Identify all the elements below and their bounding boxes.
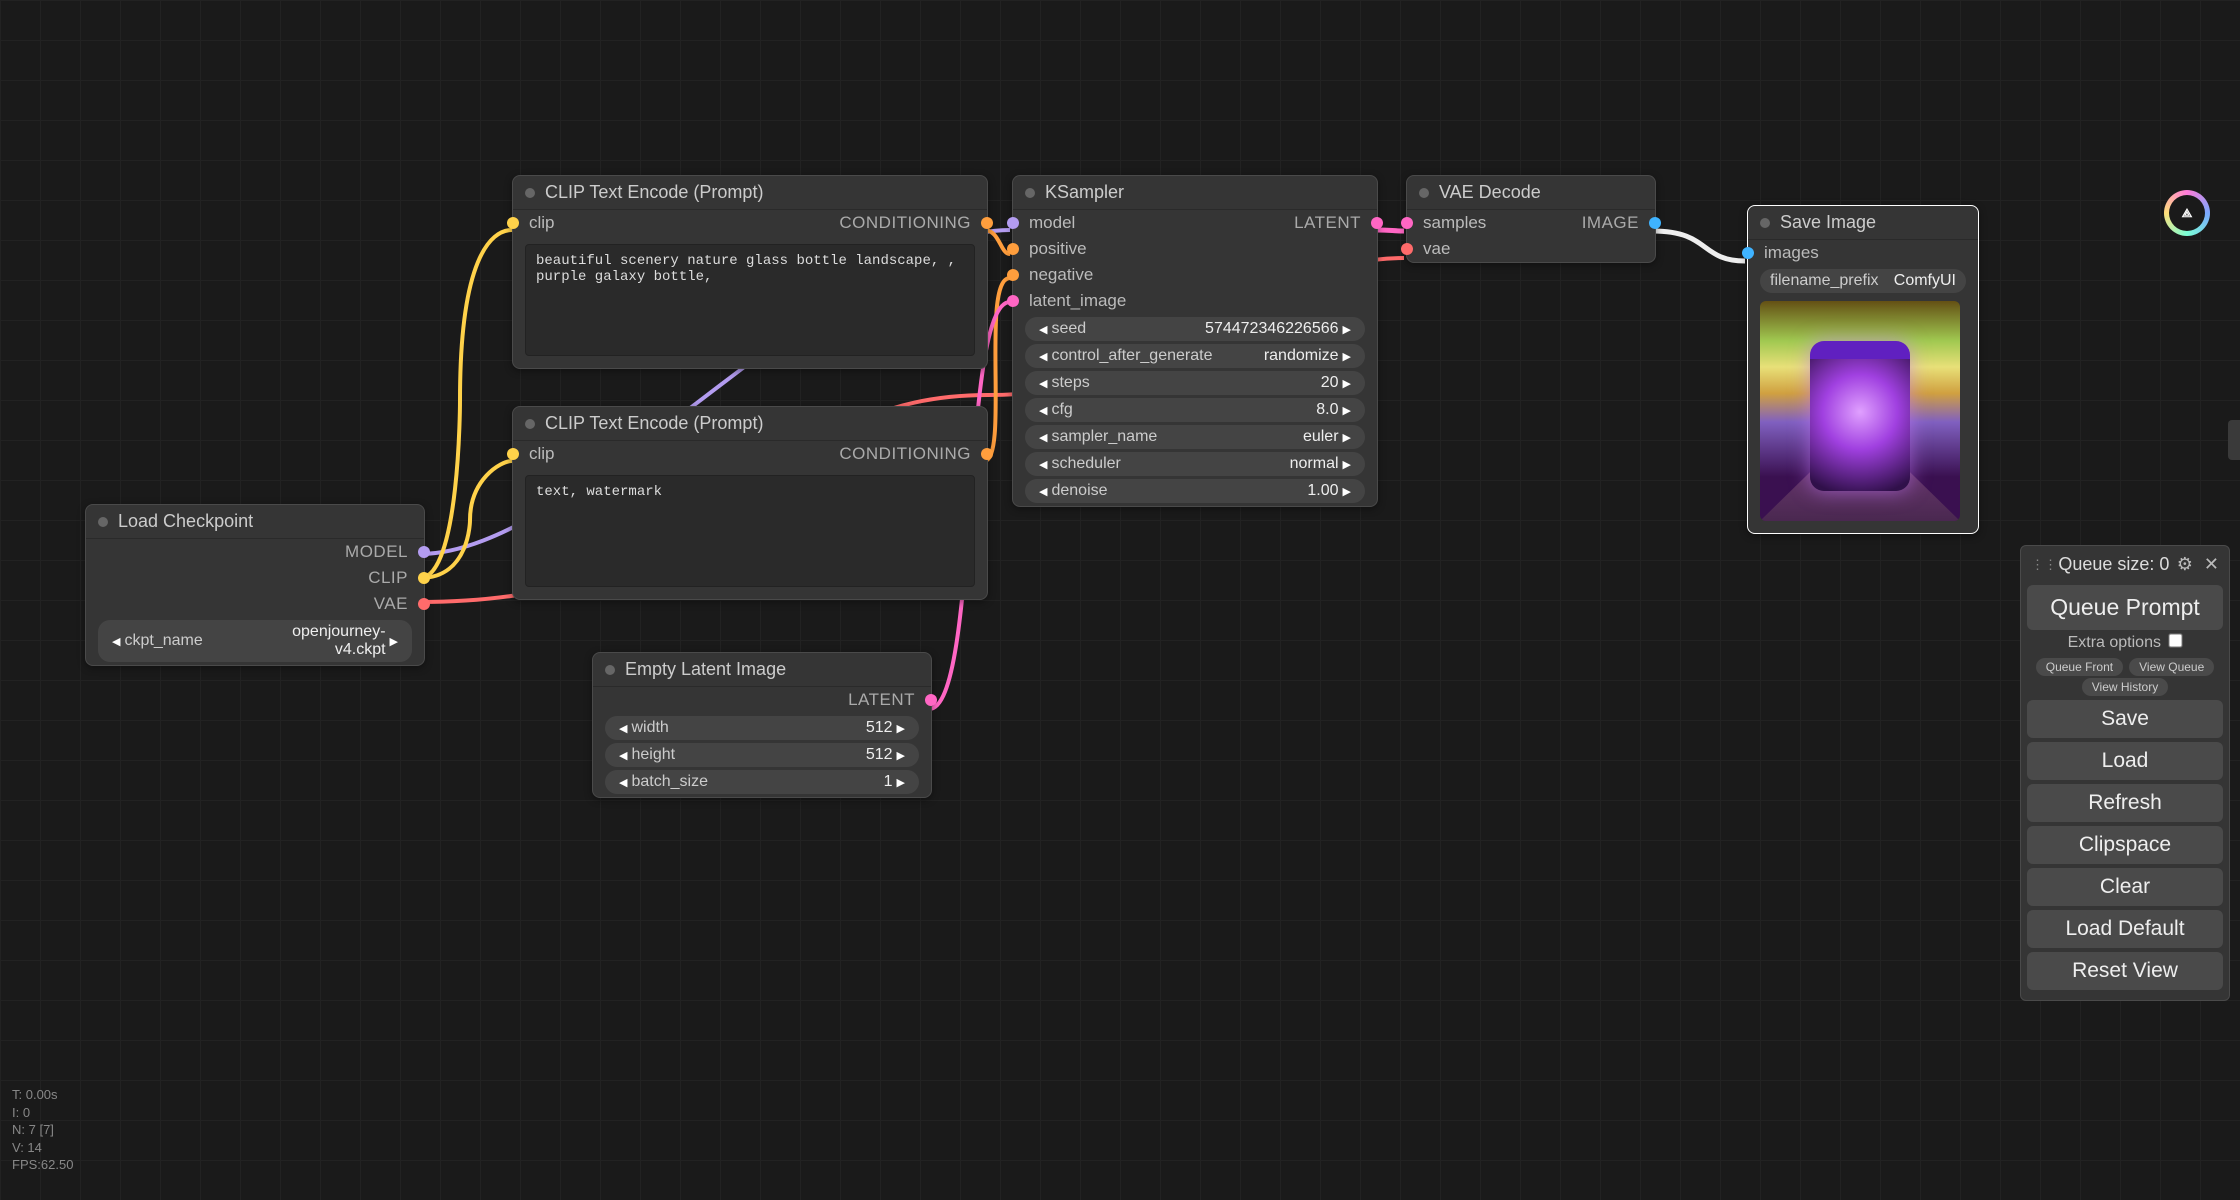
- chevron-right-icon[interactable]: ▶: [1339, 404, 1355, 417]
- node-empty-latent-image[interactable]: Empty Latent Image LATENT ◀ width 512 ▶ …: [592, 652, 932, 798]
- chevron-left-icon[interactable]: ◀: [1035, 323, 1051, 336]
- reset-view-button[interactable]: Reset View: [2027, 952, 2223, 990]
- control-panel[interactable]: ⋮⋮ Queue size: 0 ⚙ ✕ Queue Prompt Extra …: [2020, 545, 2230, 1001]
- chevron-right-icon[interactable]: ▶: [1339, 458, 1355, 471]
- node-vae-decode[interactable]: VAE Decode samples IMAGE vae: [1406, 175, 1656, 263]
- port-model-in[interactable]: [1007, 217, 1019, 229]
- node-clip-text-encode-positive[interactable]: CLIP Text Encode (Prompt) clip CONDITION…: [512, 175, 988, 369]
- chevron-right-icon[interactable]: ▶: [1339, 377, 1355, 390]
- port-clip-in[interactable]: [507, 217, 519, 229]
- chevron-left-icon[interactable]: ◀: [1035, 404, 1051, 417]
- widget-height[interactable]: ◀ height 512 ▶: [605, 743, 919, 767]
- extra-options-label: Extra options: [2068, 634, 2161, 651]
- queue-prompt-button[interactable]: Queue Prompt: [2027, 585, 2223, 630]
- port-vae-in[interactable]: [1401, 243, 1413, 255]
- queue-size-label: Queue size: 0: [2058, 554, 2169, 575]
- port-latent-out[interactable]: [925, 694, 937, 706]
- port-latent-image-in[interactable]: [1007, 295, 1019, 307]
- load-default-button[interactable]: Load Default: [2027, 910, 2223, 948]
- port-conditioning-out[interactable]: [981, 217, 993, 229]
- node-save-image[interactable]: Save Image images filename_prefix ComfyU…: [1747, 205, 1979, 534]
- port-negative-in[interactable]: [1007, 269, 1019, 281]
- widget-cfg[interactable]: ◀ cfg 8.0 ▶: [1025, 398, 1365, 422]
- node-title: Empty Latent Image: [625, 659, 786, 680]
- widget-filename-prefix[interactable]: filename_prefix ComfyUI: [1760, 269, 1966, 293]
- chevron-left-icon[interactable]: ◀: [615, 722, 631, 735]
- gear-icon[interactable]: ⚙: [2177, 554, 2193, 574]
- node-load-checkpoint[interactable]: Load Checkpoint MODEL CLIP VAE ◀ ckpt_na…: [85, 504, 425, 666]
- output-image-preview[interactable]: [1760, 301, 1960, 521]
- panel-collapse-tab[interactable]: [2228, 420, 2240, 460]
- widget-width[interactable]: ◀ width 512 ▶: [605, 716, 919, 740]
- refresh-button[interactable]: Refresh: [2027, 784, 2223, 822]
- extra-options-checkbox[interactable]: [2169, 633, 2183, 647]
- chevron-right-icon[interactable]: ▶: [893, 776, 909, 789]
- widget-steps[interactable]: ◀ steps 20 ▶: [1025, 371, 1365, 395]
- port-vae-out[interactable]: [418, 598, 430, 610]
- clipspace-button[interactable]: Clipspace: [2027, 826, 2223, 864]
- chevron-right-icon[interactable]: ▶: [1339, 485, 1355, 498]
- chevron-right-icon[interactable]: ▶: [893, 722, 909, 735]
- prompt-textarea-positive[interactable]: beautiful scenery nature glass bottle la…: [525, 244, 975, 356]
- port-latent-out[interactable]: [1371, 217, 1383, 229]
- widget-seed[interactable]: ◀ seed 574472346226566 ▶: [1025, 317, 1365, 341]
- view-history-button[interactable]: View History: [2082, 678, 2168, 696]
- chevron-left-icon[interactable]: ◀: [1035, 485, 1051, 498]
- chevron-left-icon[interactable]: ◀: [1035, 350, 1051, 363]
- widget-ckpt-name[interactable]: ◀ ckpt_name openjourney-v4.ckpt ▶: [98, 620, 412, 662]
- clear-button[interactable]: Clear: [2027, 868, 2223, 906]
- chevron-left-icon[interactable]: ◀: [1035, 458, 1051, 471]
- queue-front-button[interactable]: Queue Front: [2036, 658, 2123, 676]
- canvas-stats: T: 0.00s I: 0 N: 7 [7] V: 14 FPS:62.50: [12, 1086, 73, 1174]
- widget-batch_size[interactable]: ◀ batch_size 1 ▶: [605, 770, 919, 794]
- widget-sampler_name[interactable]: ◀ sampler_name euler ▶: [1025, 425, 1365, 449]
- chevron-left-icon[interactable]: ◀: [615, 749, 631, 762]
- collapse-icon[interactable]: [1419, 188, 1429, 198]
- node-title: Save Image: [1780, 212, 1876, 233]
- chevron-left-icon[interactable]: ◀: [1035, 377, 1051, 390]
- app-logo-icon[interactable]: ⟁: [2164, 190, 2210, 236]
- node-title: CLIP Text Encode (Prompt): [545, 413, 763, 434]
- node-title: CLIP Text Encode (Prompt): [545, 182, 763, 203]
- widget-denoise[interactable]: ◀ denoise 1.00 ▶: [1025, 479, 1365, 503]
- port-conditioning-out[interactable]: [981, 448, 993, 460]
- collapse-icon[interactable]: [525, 419, 535, 429]
- port-model-out[interactable]: [418, 546, 430, 558]
- port-positive-in[interactable]: [1007, 243, 1019, 255]
- collapse-icon[interactable]: [525, 188, 535, 198]
- collapse-icon[interactable]: [605, 665, 615, 675]
- chevron-right-icon[interactable]: ▶: [1339, 350, 1355, 363]
- port-samples-in[interactable]: [1401, 217, 1413, 229]
- widget-control_after_generate[interactable]: ◀ control_after_generate randomize ▶: [1025, 344, 1365, 368]
- port-clip-in[interactable]: [507, 448, 519, 460]
- save-button[interactable]: Save: [2027, 700, 2223, 738]
- port-clip-out[interactable]: [418, 572, 430, 584]
- node-title: VAE Decode: [1439, 182, 1541, 203]
- close-icon[interactable]: ✕: [2204, 554, 2219, 574]
- node-title: Load Checkpoint: [118, 511, 253, 532]
- collapse-icon[interactable]: [1025, 188, 1035, 198]
- port-image-out[interactable]: [1649, 217, 1661, 229]
- chevron-left-icon[interactable]: ◀: [1035, 431, 1051, 444]
- view-queue-button[interactable]: View Queue: [2129, 658, 2214, 676]
- chevron-right-icon[interactable]: ▶: [1339, 431, 1355, 444]
- port-images-in[interactable]: [1742, 247, 1754, 259]
- drag-handle-icon[interactable]: ⋮⋮: [2031, 557, 2057, 573]
- chevron-right-icon[interactable]: ▶: [386, 635, 402, 648]
- chevron-right-icon[interactable]: ▶: [1339, 323, 1355, 336]
- node-ksampler[interactable]: KSampler model LATENT positive negative …: [1012, 175, 1378, 507]
- chevron-left-icon[interactable]: ◀: [108, 635, 124, 648]
- chevron-left-icon[interactable]: ◀: [615, 776, 631, 789]
- node-clip-text-encode-negative[interactable]: CLIP Text Encode (Prompt) clip CONDITION…: [512, 406, 988, 600]
- chevron-right-icon[interactable]: ▶: [893, 749, 909, 762]
- node-title: KSampler: [1045, 182, 1124, 203]
- collapse-icon[interactable]: [1760, 218, 1770, 228]
- widget-scheduler[interactable]: ◀ scheduler normal ▶: [1025, 452, 1365, 476]
- prompt-textarea-negative[interactable]: text, watermark: [525, 475, 975, 587]
- collapse-icon[interactable]: [98, 517, 108, 527]
- load-button[interactable]: Load: [2027, 742, 2223, 780]
